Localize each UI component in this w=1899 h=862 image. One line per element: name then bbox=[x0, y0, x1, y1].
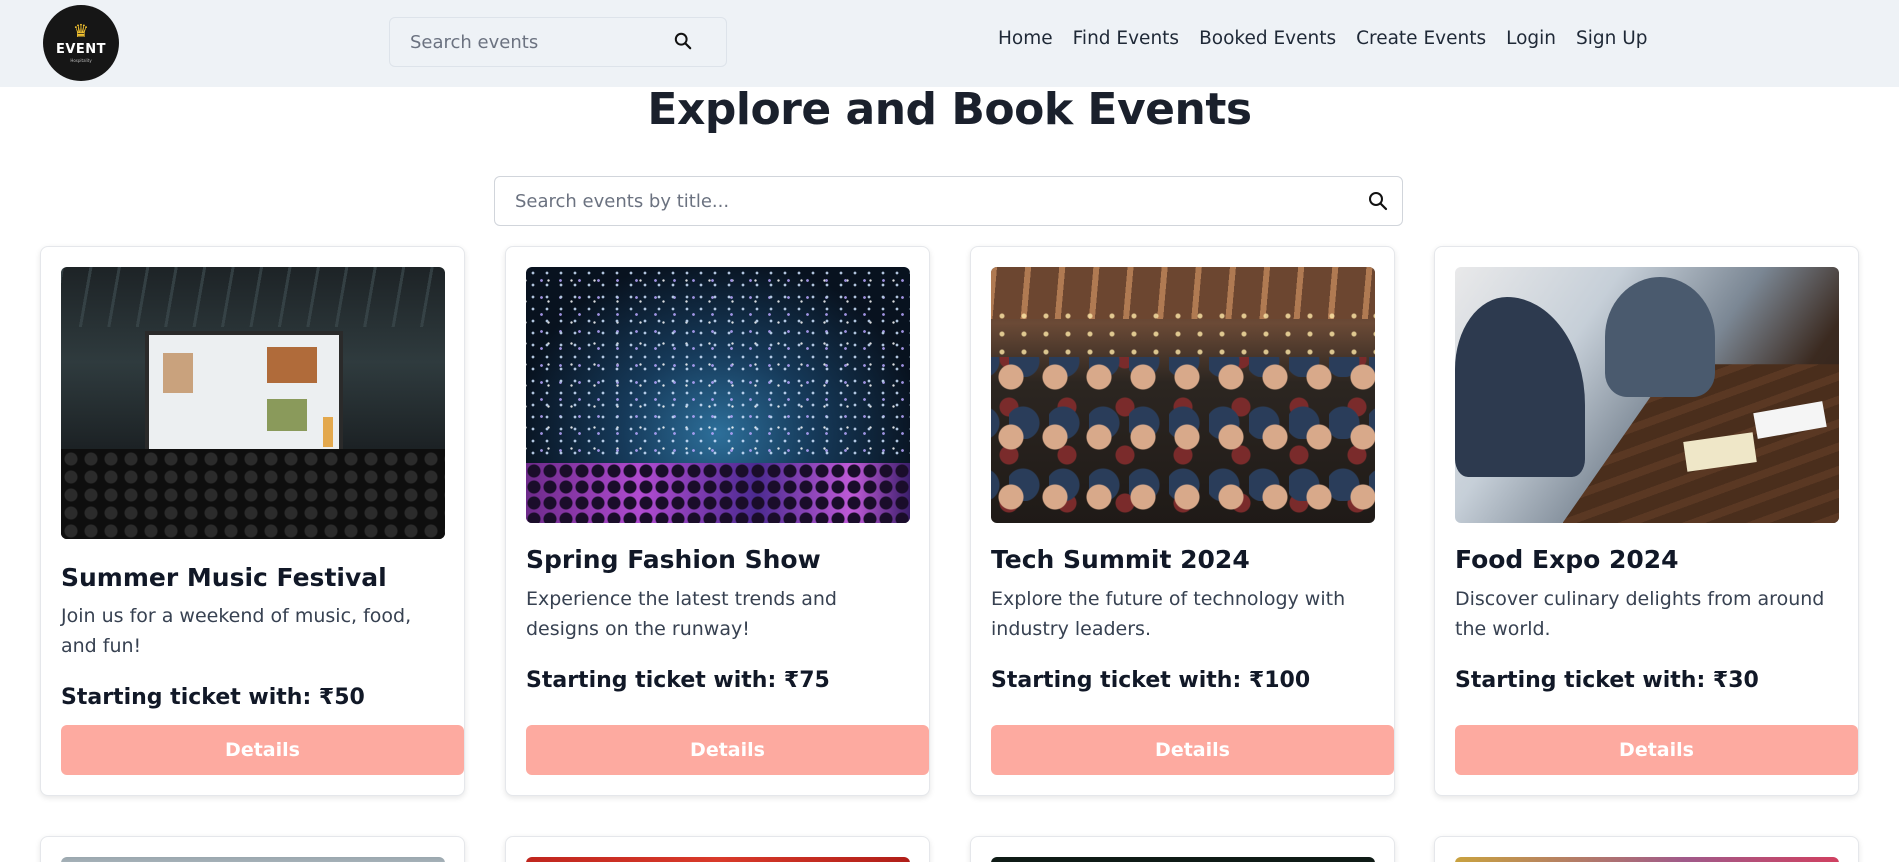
event-image bbox=[61, 857, 445, 862]
event-card bbox=[1434, 836, 1859, 862]
event-description: Experience the latest trends and designs… bbox=[526, 588, 837, 640]
navbar: ♛ EVENT Hospitality Home Find Events Boo… bbox=[0, 0, 1899, 87]
search-icon[interactable] bbox=[674, 32, 692, 54]
event-image bbox=[526, 857, 910, 862]
details-button[interactable]: Details bbox=[61, 725, 464, 775]
event-price: Starting ticket with: ₹50 bbox=[61, 685, 365, 710]
page-title: Explore and Book Events bbox=[647, 84, 1252, 135]
event-description: Join us for a weekend of music, food, an… bbox=[61, 605, 412, 657]
crown-icon: ♛ bbox=[72, 20, 90, 42]
event-description: Explore the future of technology with in… bbox=[991, 588, 1346, 640]
logo-subtext: Hospitality bbox=[70, 57, 92, 63]
logo[interactable]: ♛ EVENT Hospitality bbox=[43, 5, 119, 81]
event-image bbox=[526, 267, 910, 523]
details-button[interactable]: Details bbox=[526, 725, 929, 775]
event-card: Spring Fashion Show Experience the lates… bbox=[505, 246, 930, 796]
event-price: Starting ticket with: ₹30 bbox=[1455, 668, 1759, 693]
event-price: Starting ticket with: ₹75 bbox=[526, 668, 830, 693]
event-card bbox=[505, 836, 930, 862]
event-card: Summer Music Festival Join us for a week… bbox=[40, 246, 465, 796]
nav-links: Home Find Events Booked Events Create Ev… bbox=[998, 28, 1648, 49]
nav-link-sign-up[interactable]: Sign Up bbox=[1576, 28, 1648, 49]
event-image bbox=[61, 267, 445, 539]
event-card: Tech Summit 2024 Explore the future of t… bbox=[970, 246, 1395, 796]
event-card bbox=[40, 836, 465, 862]
event-title: Tech Summit 2024 bbox=[991, 545, 1250, 574]
nav-link-find-events[interactable]: Find Events bbox=[1073, 28, 1179, 49]
details-button[interactable]: Details bbox=[991, 725, 1394, 775]
nav-search-input[interactable] bbox=[410, 18, 680, 66]
nav-link-booked-events[interactable]: Booked Events bbox=[1199, 28, 1336, 49]
event-image bbox=[1455, 857, 1839, 862]
event-title: Food Expo 2024 bbox=[1455, 545, 1679, 574]
event-card bbox=[970, 836, 1395, 862]
event-card: Food Expo 2024 Discover culinary delight… bbox=[1434, 246, 1859, 796]
event-price: Starting ticket with: ₹100 bbox=[991, 668, 1311, 693]
event-image bbox=[1455, 267, 1839, 523]
logo-text: EVENT bbox=[55, 41, 107, 57]
event-description: Discover culinary delights from around t… bbox=[1455, 588, 1825, 640]
nav-search-box bbox=[389, 17, 727, 67]
event-image bbox=[991, 267, 1375, 523]
search-icon[interactable] bbox=[1368, 191, 1388, 215]
event-search-input[interactable] bbox=[515, 177, 1335, 225]
nav-link-create-events[interactable]: Create Events bbox=[1356, 28, 1486, 49]
nav-link-home[interactable]: Home bbox=[998, 28, 1053, 49]
event-search-box bbox=[494, 176, 1403, 226]
event-image bbox=[991, 857, 1375, 862]
nav-link-login[interactable]: Login bbox=[1506, 28, 1556, 49]
event-title: Summer Music Festival bbox=[61, 563, 387, 592]
event-title: Spring Fashion Show bbox=[526, 545, 821, 574]
details-button[interactable]: Details bbox=[1455, 725, 1858, 775]
